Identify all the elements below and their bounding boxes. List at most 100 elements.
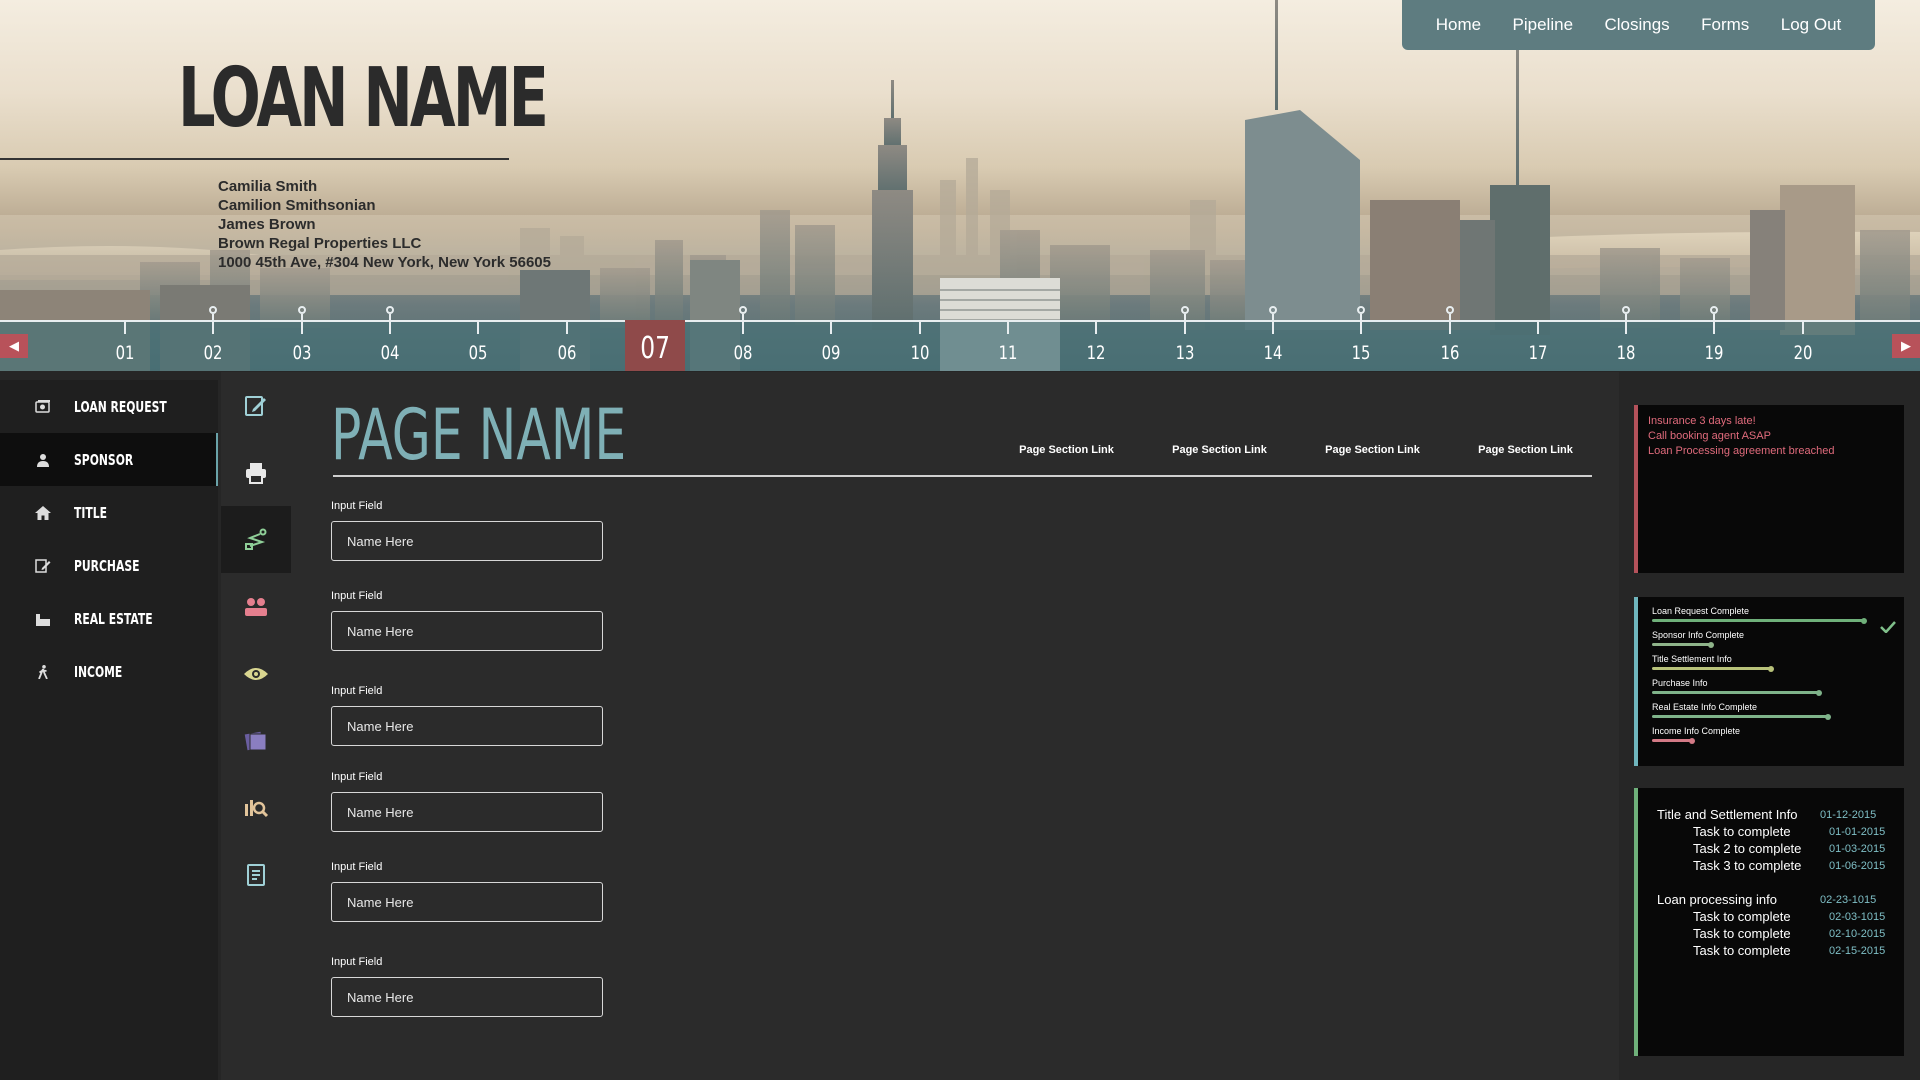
name-input[interactable] <box>331 611 603 651</box>
name-input[interactable] <box>331 706 603 746</box>
contact-line: 1000 45th Ave, #304 New York, New York 5… <box>218 254 551 271</box>
progress-panel: Loan Request Complete Sponsor Info Comple… <box>1634 597 1904 766</box>
step-tick <box>918 320 921 334</box>
step-number: 15 <box>1351 342 1371 364</box>
rail-edit-button[interactable] <box>221 372 291 439</box>
task-date: 01-06-2015 <box>1829 860 1886 872</box>
step-number: 13 <box>1175 342 1195 364</box>
step-tick <box>1360 314 1363 334</box>
step-number: 18 <box>1616 342 1636 364</box>
rail-people-button[interactable] <box>221 573 291 640</box>
alert-message: Loan Processing agreement breached <box>1648 445 1835 457</box>
rail-view-button[interactable] <box>221 640 291 707</box>
step-tick <box>830 320 833 334</box>
task-group-header: Loan processing info 02-23-1015 <box>1657 892 1904 909</box>
timeline-next-arrow-icon[interactable]: ▶ <box>1892 334 1920 358</box>
timeline-line <box>0 320 1920 322</box>
step-tick <box>1271 314 1274 334</box>
task-row[interactable]: Task 3 to complete 01-06-2015 <box>1657 858 1904 875</box>
sidebar-item-purchase[interactable]: PURCHASE <box>0 539 218 592</box>
edit-icon <box>245 395 266 416</box>
nav-home-link[interactable]: Home <box>1436 15 1481 35</box>
field-label: Input Field <box>331 861 383 873</box>
sidebar-item-loan-request[interactable]: LOAN REQUEST <box>0 380 218 433</box>
contact-line: Camilia Smith <box>218 178 318 195</box>
task-date: 02-10-2015 <box>1829 928 1886 940</box>
progress-label: Real Estate Info Complete <box>1652 702 1758 712</box>
section-link[interactable]: Page Section Link <box>1143 444 1296 456</box>
nav-logout-link[interactable]: Log Out <box>1781 15 1842 35</box>
walking-person-icon <box>34 664 52 680</box>
timeline-prev-arrow-icon[interactable]: ◀ <box>0 334 28 358</box>
step-tick <box>1713 314 1716 334</box>
alert-message: Insurance 3 days late! <box>1648 415 1756 427</box>
rail-document-button[interactable] <box>221 841 291 908</box>
step-tick <box>1801 320 1804 334</box>
progress-bar <box>1652 665 1774 672</box>
contact-line: Camilion Smithsonian <box>218 197 376 214</box>
progress-bar <box>1652 689 1822 696</box>
step-marker-icon <box>1180 306 1189 314</box>
task-row[interactable]: Task to complete 01-01-2015 <box>1657 824 1904 841</box>
rail-analytics-button[interactable] <box>221 774 291 841</box>
section-link[interactable]: Page Section Link <box>1296 444 1449 456</box>
field-label: Input Field <box>331 500 383 512</box>
money-icon <box>34 399 52 415</box>
task-name: Task 2 to complete <box>1693 841 1802 856</box>
field-label: Input Field <box>331 590 383 602</box>
step-number: 10 <box>910 342 930 364</box>
tasks-panel: Title and Settlement Info 01-12-2015 Task … <box>1634 788 1904 1056</box>
step-number: 01 <box>115 342 135 364</box>
task-name: Task to complete <box>1693 943 1791 958</box>
rail-print-button[interactable] <box>221 439 291 506</box>
task-list: Title and Settlement Info 01-12-2015 Task … <box>1657 807 1904 960</box>
progress-item: Loan Request Complete <box>1652 606 1904 633</box>
sidebar-item-sponsor[interactable]: SPONSOR <box>0 433 218 486</box>
sidebar-item-real-estate[interactable]: REAL ESTATE <box>0 592 218 645</box>
nav-forms-link[interactable]: Forms <box>1701 15 1749 35</box>
step-number: 19 <box>1704 342 1724 364</box>
step-number: 14 <box>1263 342 1283 364</box>
sidebar-item-title[interactable]: TITLE <box>0 486 218 539</box>
sidebar-item-label: TITLE <box>74 503 108 522</box>
nav-pipeline-link[interactable]: Pipeline <box>1513 15 1574 35</box>
name-input[interactable] <box>331 977 603 1017</box>
person-icon <box>34 452 52 468</box>
users-icon <box>245 597 267 616</box>
progress-list: Loan Request Complete Sponsor Info Comple… <box>1652 606 1904 750</box>
name-input[interactable] <box>331 882 603 922</box>
task-group-header: Title and Settlement Info 01-12-2015 <box>1657 807 1904 824</box>
step-tick <box>1007 320 1009 334</box>
task-row[interactable]: Task to complete 02-03-1015 <box>1657 909 1904 926</box>
progress-bar <box>1652 617 1867 624</box>
nav-closings-link[interactable]: Closings <box>1604 15 1669 35</box>
step-marker-icon <box>1445 306 1454 314</box>
step-number: 20 <box>1793 342 1813 364</box>
task-row[interactable]: Task to complete 02-10-2015 <box>1657 926 1904 943</box>
section-link[interactable]: Page Section Link <box>990 444 1143 456</box>
rail-cards-button[interactable] <box>221 707 291 774</box>
edit-document-icon <box>34 558 52 574</box>
progress-bar <box>1652 713 1831 720</box>
form-field: Input Field <box>331 771 603 832</box>
name-input[interactable] <box>331 792 603 832</box>
rail-route-button[interactable] <box>221 506 291 573</box>
home-icon <box>34 505 52 521</box>
task-group-gap <box>1657 875 1904 892</box>
task-date: 02-03-1015 <box>1829 911 1886 923</box>
page-title: PAGE NAME <box>331 394 627 476</box>
step-tick <box>1095 320 1098 334</box>
progress-label: Purchase Info <box>1652 678 1708 688</box>
sidebar-item-label: LOAN REQUEST <box>74 397 167 416</box>
step-number: 05 <box>468 342 488 364</box>
step-tick <box>300 314 303 334</box>
task-date: 02-15-2015 <box>1829 945 1886 957</box>
task-row[interactable]: Task 2 to complete 01-03-2015 <box>1657 841 1904 858</box>
borrower-contact-info: Camilia Smith Camilion Smithsonian James… <box>218 177 551 272</box>
section-link[interactable]: Page Section Link <box>1449 444 1602 456</box>
task-row[interactable]: Task to complete 02-15-2015 <box>1657 943 1904 960</box>
loan-name-heading: LOAN NAME <box>178 51 549 146</box>
name-input[interactable] <box>331 521 603 561</box>
sidebar-item-income[interactable]: INCOME <box>0 645 218 698</box>
step-tick <box>1625 314 1628 334</box>
